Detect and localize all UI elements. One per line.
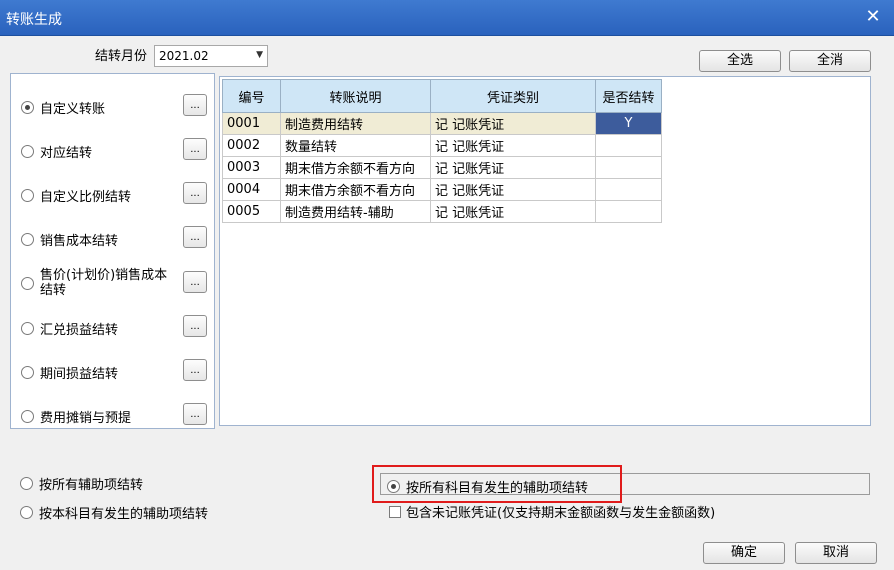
column-header-id[interactable]: 编号 (222, 79, 281, 113)
table-row[interactable]: 0001 制造费用结转 记 记账凭证 Y (222, 112, 662, 135)
close-icon[interactable]: ✕ (862, 6, 884, 28)
option-exchange-gain-loss[interactable]: 汇兑损益结转 (21, 319, 118, 338)
ellipsis-button[interactable]: ... (183, 403, 207, 425)
ellipsis-button[interactable]: ... (183, 182, 207, 204)
cell-voucher[interactable]: 记 记账凭证 (430, 178, 596, 201)
option-expense-amortization[interactable]: 费用摊销与预提 (21, 407, 131, 426)
month-value: 2021.02 (159, 49, 209, 63)
cell-voucher[interactable]: 记 记账凭证 (430, 134, 596, 157)
cell-voucher[interactable]: 记 记账凭证 (430, 112, 596, 135)
radio-icon[interactable] (21, 189, 34, 202)
cell-desc[interactable]: 期末借方余额不看方向 (280, 156, 431, 179)
cell-id[interactable]: 0004 (222, 178, 281, 201)
table-row[interactable]: 0003 期末借方余额不看方向 记 记账凭证 (222, 156, 662, 179)
cell-done[interactable] (595, 178, 662, 201)
ellipsis-button[interactable]: ... (183, 359, 207, 381)
radio-icon[interactable] (20, 506, 33, 519)
option-label: 按本科目有发生的辅助项结转 (39, 507, 209, 522)
option-label: 费用摊销与预提 (40, 411, 132, 426)
cell-id[interactable]: 0002 (222, 134, 281, 157)
cell-done[interactable] (595, 156, 662, 179)
option-label: 自定义比例结转 (40, 190, 132, 205)
chevron-down-icon[interactable]: ▼ (256, 50, 263, 60)
radio-icon[interactable] (21, 410, 34, 423)
option-period-profit-loss[interactable]: 期间损益结转 (21, 363, 118, 382)
option-all-aux[interactable]: 按所有辅助项结转 (20, 474, 143, 493)
cell-voucher[interactable]: 记 记账凭证 (430, 200, 596, 223)
cell-desc[interactable]: 制造费用结转 (280, 112, 431, 135)
option-label: 售价(计划价)销售成本结转 (40, 268, 168, 298)
radio-icon[interactable] (21, 276, 34, 290)
cell-desc[interactable]: 期末借方余额不看方向 (280, 178, 431, 201)
table-row[interactable]: 0004 期末借方余额不看方向 记 记账凭证 (222, 178, 662, 201)
window-title: 转账生成 (6, 12, 62, 28)
table-row[interactable]: 0002 数量结转 记 记账凭证 (222, 134, 662, 157)
radio-icon[interactable] (20, 477, 33, 490)
month-select[interactable]: 2021.02 ▼ (154, 45, 268, 67)
ellipsis-button[interactable]: ... (183, 271, 207, 293)
radio-icon[interactable] (21, 233, 34, 246)
select-all-button[interactable]: 全选 (699, 50, 781, 72)
option-custom-ratio[interactable]: 自定义比例结转 (21, 186, 131, 205)
cell-id[interactable]: 0005 (222, 200, 281, 223)
clear-all-button[interactable]: 全消 (789, 50, 871, 72)
option-label: 期间损益结转 (40, 367, 119, 382)
cell-id[interactable]: 0001 (222, 112, 281, 135)
cell-desc[interactable]: 制造费用结转-辅助 (280, 200, 431, 223)
ellipsis-button[interactable]: ... (183, 226, 207, 248)
transfer-type-panel: 自定义转账 ... 对应结转 ... 自定义比例结转 ... 销售成本结转 ..… (10, 73, 215, 429)
month-label: 结转月份 (95, 49, 148, 64)
cell-voucher[interactable]: 记 记账凭证 (430, 156, 596, 179)
option-planned-price-sales-cost[interactable]: 售价(计划价)销售成本结转 (21, 268, 171, 298)
option-corresponding-transfer[interactable]: 对应结转 (21, 142, 92, 161)
radio-icon[interactable] (387, 480, 400, 493)
column-header-desc[interactable]: 转账说明 (280, 79, 431, 113)
option-label: 按所有辅助项结转 (39, 478, 144, 493)
option-label: 汇兑损益结转 (40, 323, 119, 338)
ellipsis-button[interactable]: ... (183, 138, 207, 160)
cancel-button[interactable]: 取消 (795, 542, 877, 564)
option-label: 自定义转账 (40, 102, 106, 117)
option-label: 销售成本结转 (40, 234, 119, 249)
option-sales-cost[interactable]: 销售成本结转 (21, 230, 118, 249)
cell-done[interactable] (595, 134, 662, 157)
column-header-voucher[interactable]: 凭证类别 (430, 79, 596, 113)
radio-icon[interactable] (21, 366, 34, 379)
include-unposted-checkbox[interactable]: 包含未记账凭证(仅支持期末金额函数与发生金额函数) (389, 502, 715, 521)
table-row[interactable]: 0005 制造费用结转-辅助 记 记账凭证 (222, 200, 662, 223)
radio-icon[interactable] (21, 322, 34, 335)
option-label: 按所有科目有发生的辅助项结转 (406, 481, 589, 496)
title-bar: 转账生成 ✕ (0, 0, 894, 36)
radio-icon[interactable] (21, 145, 34, 158)
cell-desc[interactable]: 数量结转 (280, 134, 431, 157)
ellipsis-button[interactable]: ... (183, 94, 207, 116)
column-header-done[interactable]: 是否结转 (595, 79, 662, 113)
cell-done[interactable] (595, 200, 662, 223)
cell-done[interactable]: Y (595, 112, 662, 135)
option-custom-transfer[interactable]: 自定义转账 (21, 98, 105, 117)
transfer-grid: 编号 转账说明 凭证类别 是否结转 0001 制造费用结转 记 记账凭证 Y 0… (219, 76, 871, 426)
ellipsis-button[interactable]: ... (183, 315, 207, 337)
cell-id[interactable]: 0003 (222, 156, 281, 179)
option-label: 对应结转 (40, 146, 93, 161)
option-all-subject-aux[interactable]: 按所有科目有发生的辅助项结转 (387, 477, 588, 496)
transfer-table: 编号 转账说明 凭证类别 是否结转 0001 制造费用结转 记 记账凭证 Y 0… (222, 79, 662, 223)
option-subject-aux[interactable]: 按本科目有发生的辅助项结转 (20, 503, 208, 522)
ok-button[interactable]: 确定 (703, 542, 785, 564)
radio-icon[interactable] (21, 101, 34, 114)
checkbox-icon[interactable] (389, 505, 401, 518)
checkbox-label: 包含未记账凭证(仅支持期末金额函数与发生金额函数) (406, 506, 716, 521)
